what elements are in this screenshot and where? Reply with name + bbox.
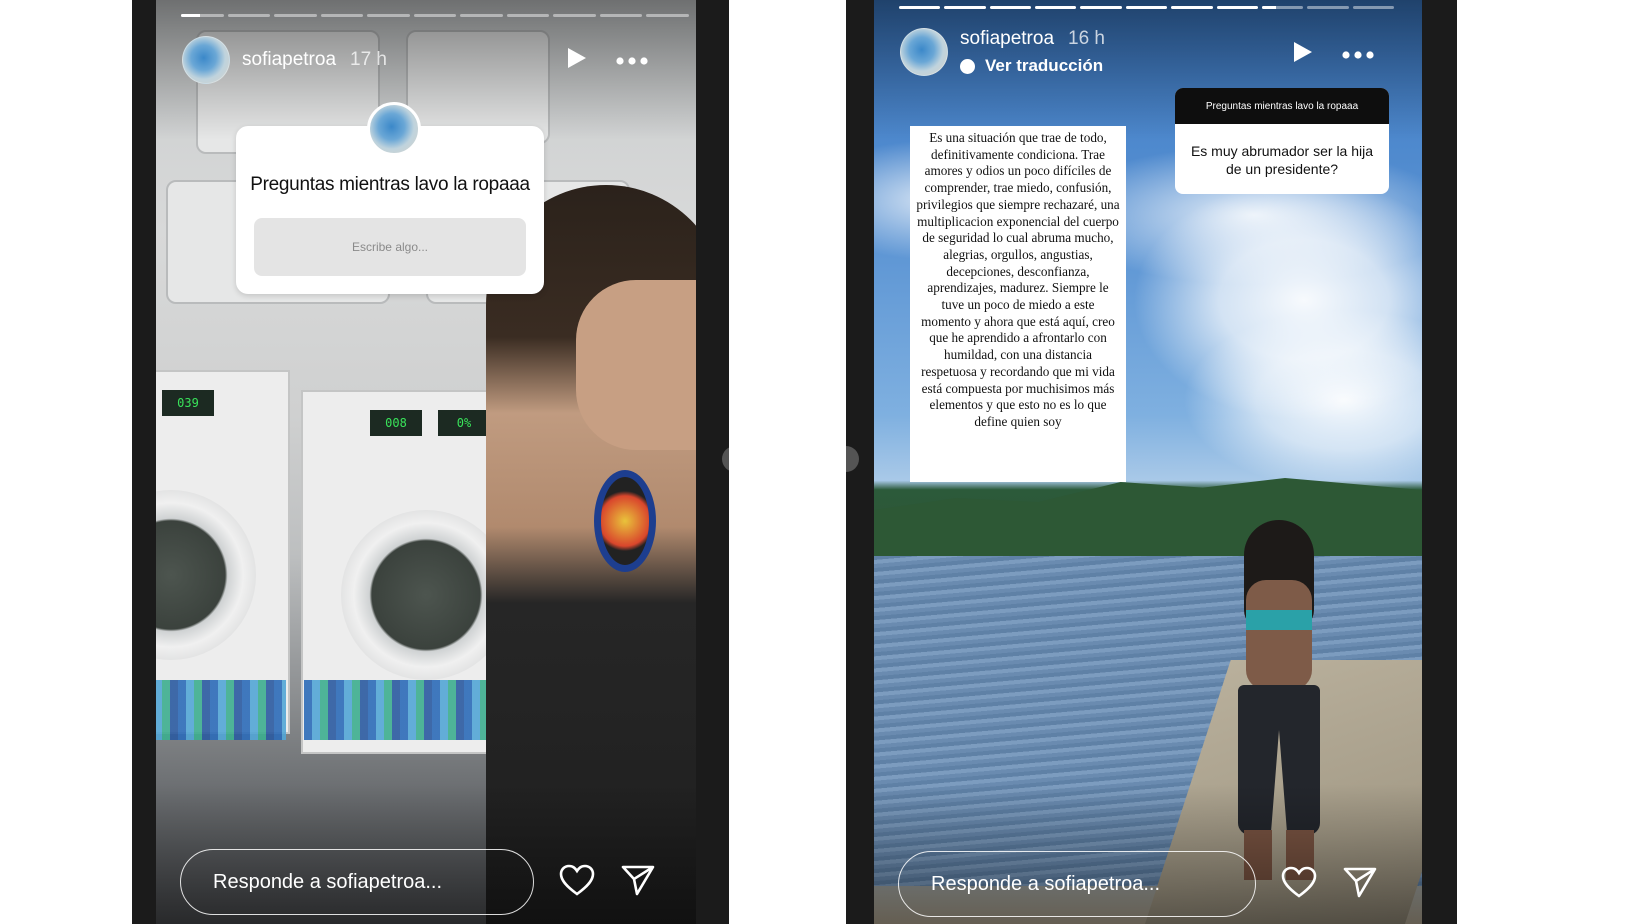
question-card-text: Es muy abrumador ser la hija de un presi…: [1190, 143, 1374, 177]
heart-icon[interactable]: [1280, 865, 1318, 904]
reply-input[interactable]: Responde a sofiapetroa...: [898, 851, 1256, 917]
progress-fill: [899, 6, 941, 9]
progress-segment: [1261, 6, 1304, 9]
progress-segment: [1035, 6, 1077, 9]
post-time: 16 h: [1068, 28, 1105, 49]
washer-display-2: 008: [370, 410, 422, 436]
progress-fill: [1080, 6, 1122, 9]
question-card-header: Preguntas mientras lavo la ropaaa: [1175, 88, 1389, 124]
progress-segment: [553, 14, 596, 17]
next-story-arrow[interactable]: [722, 446, 729, 472]
progress-fill: [989, 6, 1032, 9]
more-icon[interactable]: [616, 52, 648, 70]
see-translation-link[interactable]: Ver traducción: [960, 56, 1105, 76]
progress-fill: [1171, 6, 1213, 9]
progress-fill: [181, 14, 201, 17]
progress-segment: [227, 14, 271, 17]
progress-segment: [599, 14, 643, 17]
more-icon[interactable]: [1342, 46, 1374, 64]
sticker-avatar: [367, 102, 421, 156]
story-viewer-left: 039 008 0% sofiapetroa 17 h Preguntas mi…: [132, 0, 729, 924]
answer-text-sticker: Es una situación que trae de todo, defin…: [910, 126, 1126, 482]
reply-bar: Responde a sofiapetroa...: [898, 851, 1378, 917]
story-right[interactable]: sofiapetroa 16 h Ver traducción Es una s…: [874, 0, 1422, 924]
heart-icon[interactable]: [558, 863, 596, 902]
reply-input[interactable]: Responde a sofiapetroa...: [180, 849, 534, 915]
progress-fill: [1035, 6, 1077, 9]
avatar[interactable]: [182, 36, 230, 84]
progress-fill: [1261, 6, 1277, 9]
question-card: Preguntas mientras lavo la ropaaa Es muy…: [1175, 88, 1389, 194]
progress-segment: [1307, 6, 1349, 9]
question-sticker: Preguntas mientras lavo la ropaaa Escrib…: [236, 102, 544, 294]
progress-segment: [1080, 6, 1122, 9]
story-left[interactable]: 039 008 0% sofiapetroa 17 h Preguntas mi…: [156, 0, 696, 924]
progress-segment: [274, 14, 317, 17]
avatar[interactable]: [900, 28, 948, 76]
story-controls: [1292, 40, 1374, 69]
progress-segment: [413, 14, 457, 17]
post-time: 17 h: [350, 49, 387, 70]
translate-icon: [960, 58, 975, 74]
progress-segment: [320, 14, 364, 17]
story-viewer-right: sofiapetroa 16 h Ver traducción Es una s…: [846, 0, 1457, 924]
send-icon[interactable]: [1342, 865, 1378, 904]
progress-segment: [646, 14, 690, 17]
send-icon[interactable]: [620, 863, 656, 902]
progress-segment: [506, 14, 550, 17]
story-header: sofiapetroa 17 h: [182, 36, 387, 84]
question-input[interactable]: Escribe algo...: [254, 218, 526, 276]
progress-fill: [1125, 6, 1168, 9]
progress-segment: [1171, 6, 1213, 9]
story-header: sofiapetroa 16 h Ver traducción: [900, 28, 1105, 76]
progress-segment: [181, 14, 224, 17]
progress-segment: [899, 6, 941, 9]
play-icon[interactable]: [566, 46, 588, 75]
username[interactable]: sofiapetroa: [960, 28, 1054, 50]
progress-segment: [1352, 6, 1394, 9]
washer-display-1: 039: [162, 390, 214, 416]
progress-segment: [944, 6, 986, 9]
progress-fill: [1216, 6, 1258, 9]
story-controls: [566, 46, 648, 75]
washer-display-3: 0%: [438, 410, 490, 436]
username[interactable]: sofiapetroa: [242, 49, 336, 71]
progress-segment: [367, 14, 410, 17]
progress-segment: [989, 6, 1032, 9]
previous-story-arrow[interactable]: [846, 446, 859, 472]
story-progress-bar: [181, 14, 690, 17]
play-icon[interactable]: [1292, 40, 1314, 69]
story-progress-bar: [899, 6, 1394, 9]
progress-segment: [1216, 6, 1258, 9]
progress-segment: [460, 14, 503, 17]
reply-bar: Responde a sofiapetroa...: [180, 849, 656, 915]
see-translation-label: Ver traducción: [985, 56, 1104, 75]
question-sticker-title: Preguntas mientras lavo la ropaaa: [250, 174, 530, 195]
progress-segment: [1125, 6, 1168, 9]
progress-fill: [944, 6, 986, 9]
